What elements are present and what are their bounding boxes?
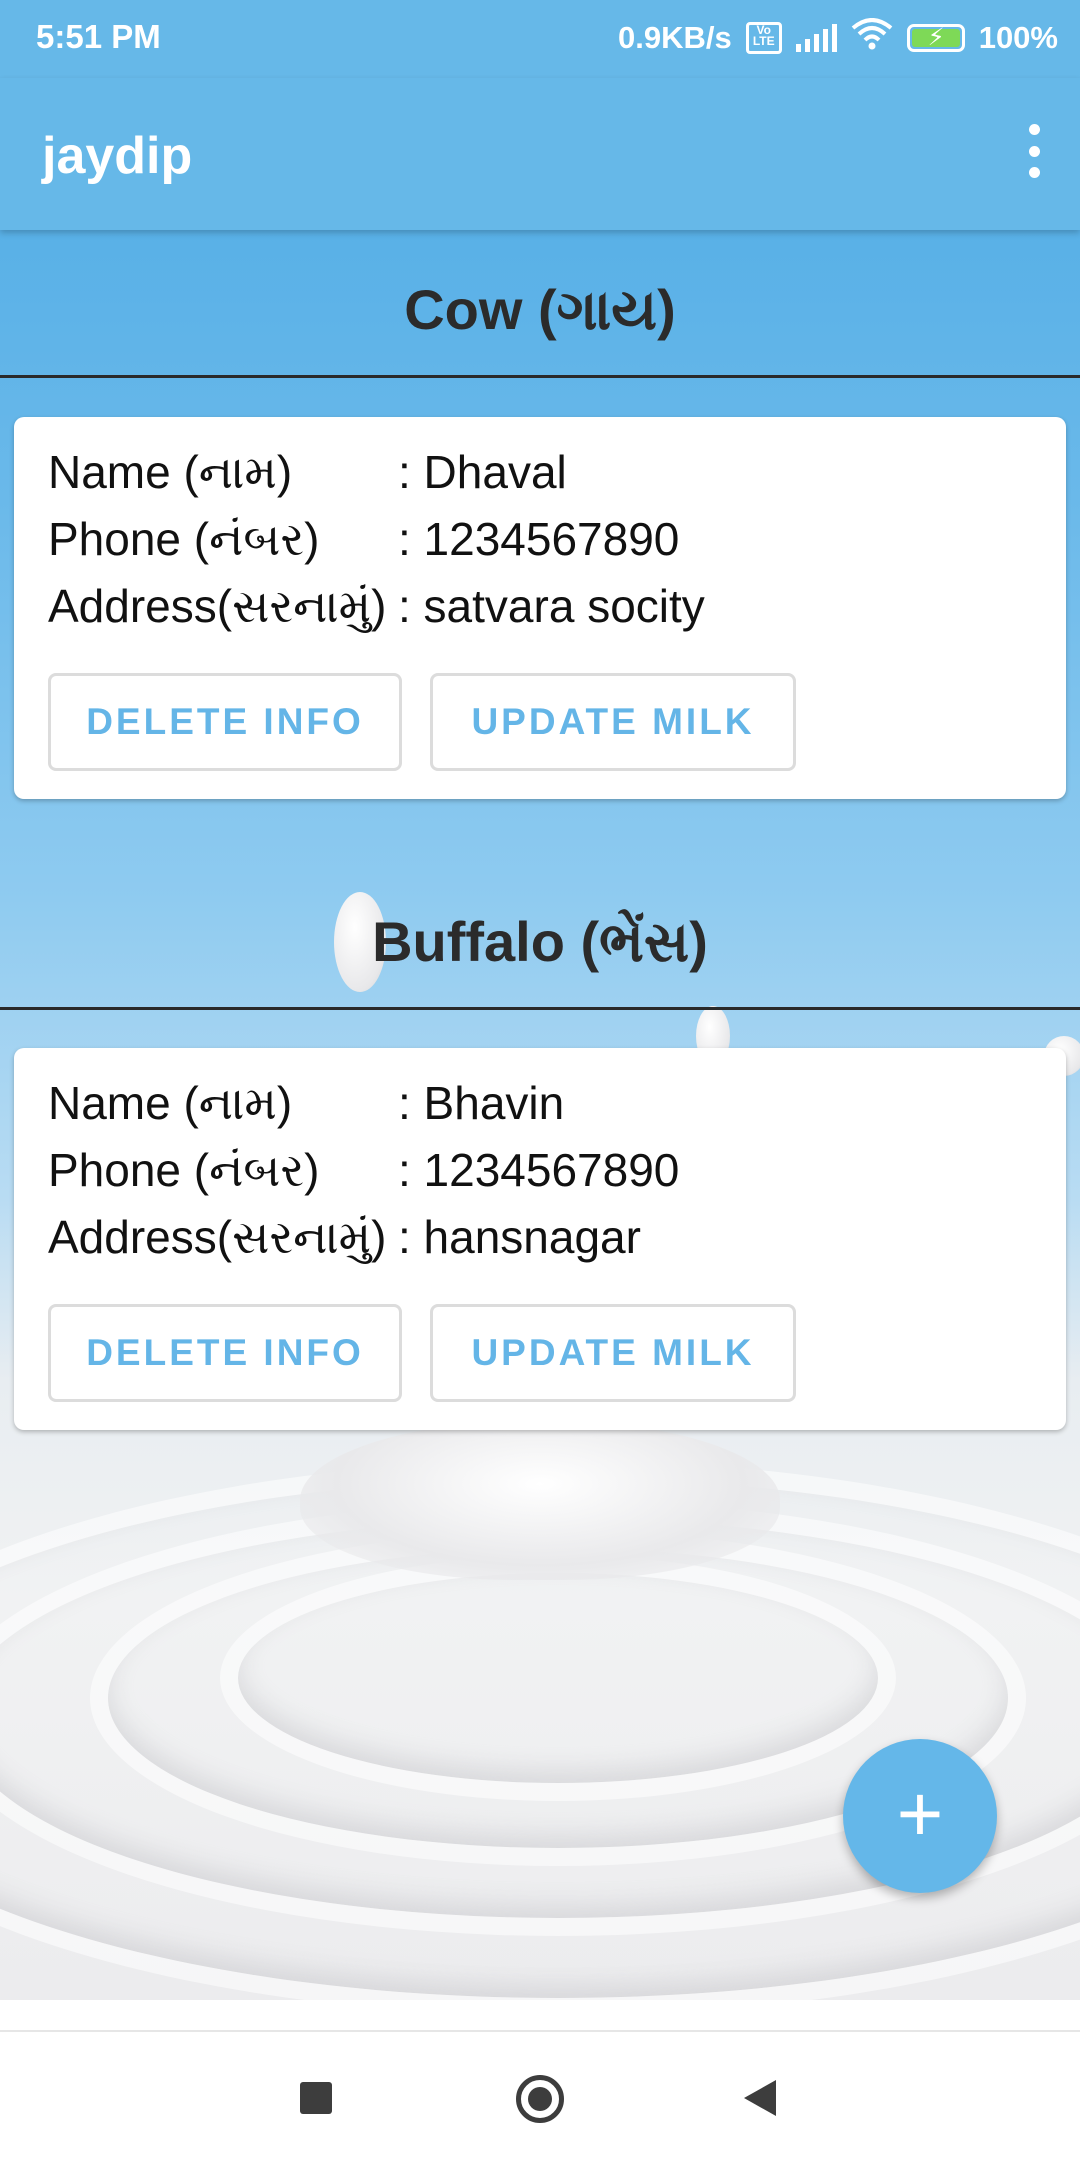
name-label: Name (નામ) [48, 446, 293, 498]
name-row: Name (નામ) : Bhavin [48, 1072, 564, 1134]
system-nav-bar [0, 2030, 1080, 2162]
phone-row: Phone (નંબર) : 1234567890 [48, 508, 679, 570]
name-value: : Dhaval [398, 446, 567, 498]
signal-icon [795, 24, 837, 52]
delete-info-button[interactable]: DELETE INFO [48, 673, 402, 771]
add-entry-fab[interactable]: + [843, 1739, 997, 1893]
phone-value: : 1234567890 [398, 1144, 680, 1196]
phone-value: : 1234567890 [398, 513, 680, 565]
address-label: Address(સરનામું) [48, 580, 387, 632]
app-title: jaydip [42, 127, 193, 185]
phone-label: Phone (નંબર) [48, 1144, 320, 1196]
battery-percent: 100% [978, 20, 1058, 55]
address-row: Address(સરનામું) : hansnagar [48, 1206, 641, 1268]
delete-info-button[interactable]: DELETE INFO [48, 1304, 402, 1402]
network-speed: 0.9KB/s [617, 20, 732, 55]
name-label: Name (નામ) [48, 1077, 293, 1129]
customer-card-buffalo: Name (નામ) : Bhavin Phone (નંબર) : 12345… [14, 1048, 1066, 1430]
address-value: : satvara socity [398, 580, 705, 632]
customer-card-cow: Name (નામ) : Dhaval Phone (નંબર) : 12345… [14, 417, 1066, 799]
section-title-cow: Cow (ગાય) [0, 242, 1080, 378]
name-value: : Bhavin [398, 1077, 565, 1129]
phone-label: Phone (નંબર) [48, 513, 320, 565]
add-icon: + [896, 1769, 944, 1858]
status-bar: 5:51 PM 0.9KB/s Vo LTE ⚡ 100% [0, 0, 1080, 78]
address-row: Address(સરનામું) : satvara socity [48, 575, 705, 637]
name-row: Name (નામ) : Dhaval [48, 441, 567, 503]
update-milk-button[interactable]: UPDATE MILK [430, 673, 796, 771]
app-bar: jaydip [0, 78, 1080, 230]
home-circle-icon[interactable] [516, 2075, 564, 2123]
back-triangle-icon[interactable] [744, 2080, 776, 2116]
address-label: Address(સરનામું) [48, 1211, 387, 1263]
recents-square-icon[interactable] [300, 2082, 332, 2114]
update-milk-button[interactable]: UPDATE MILK [430, 1304, 796, 1402]
more-vert-icon[interactable] [1026, 124, 1042, 178]
section-title-buffalo: Buffalo (ભેંસ) [0, 874, 1080, 1010]
status-icons: 0.9KB/s Vo LTE ⚡ 100% [618, 18, 1058, 58]
wifi-icon [851, 18, 893, 58]
phone-row: Phone (નંબર) : 1234567890 [48, 1139, 679, 1201]
status-time: 5:51 PM [36, 18, 161, 55]
volte-icon: Vo LTE [745, 22, 782, 54]
battery-charging-icon: ⚡ [906, 24, 965, 52]
address-value: : hansnagar [398, 1211, 641, 1263]
